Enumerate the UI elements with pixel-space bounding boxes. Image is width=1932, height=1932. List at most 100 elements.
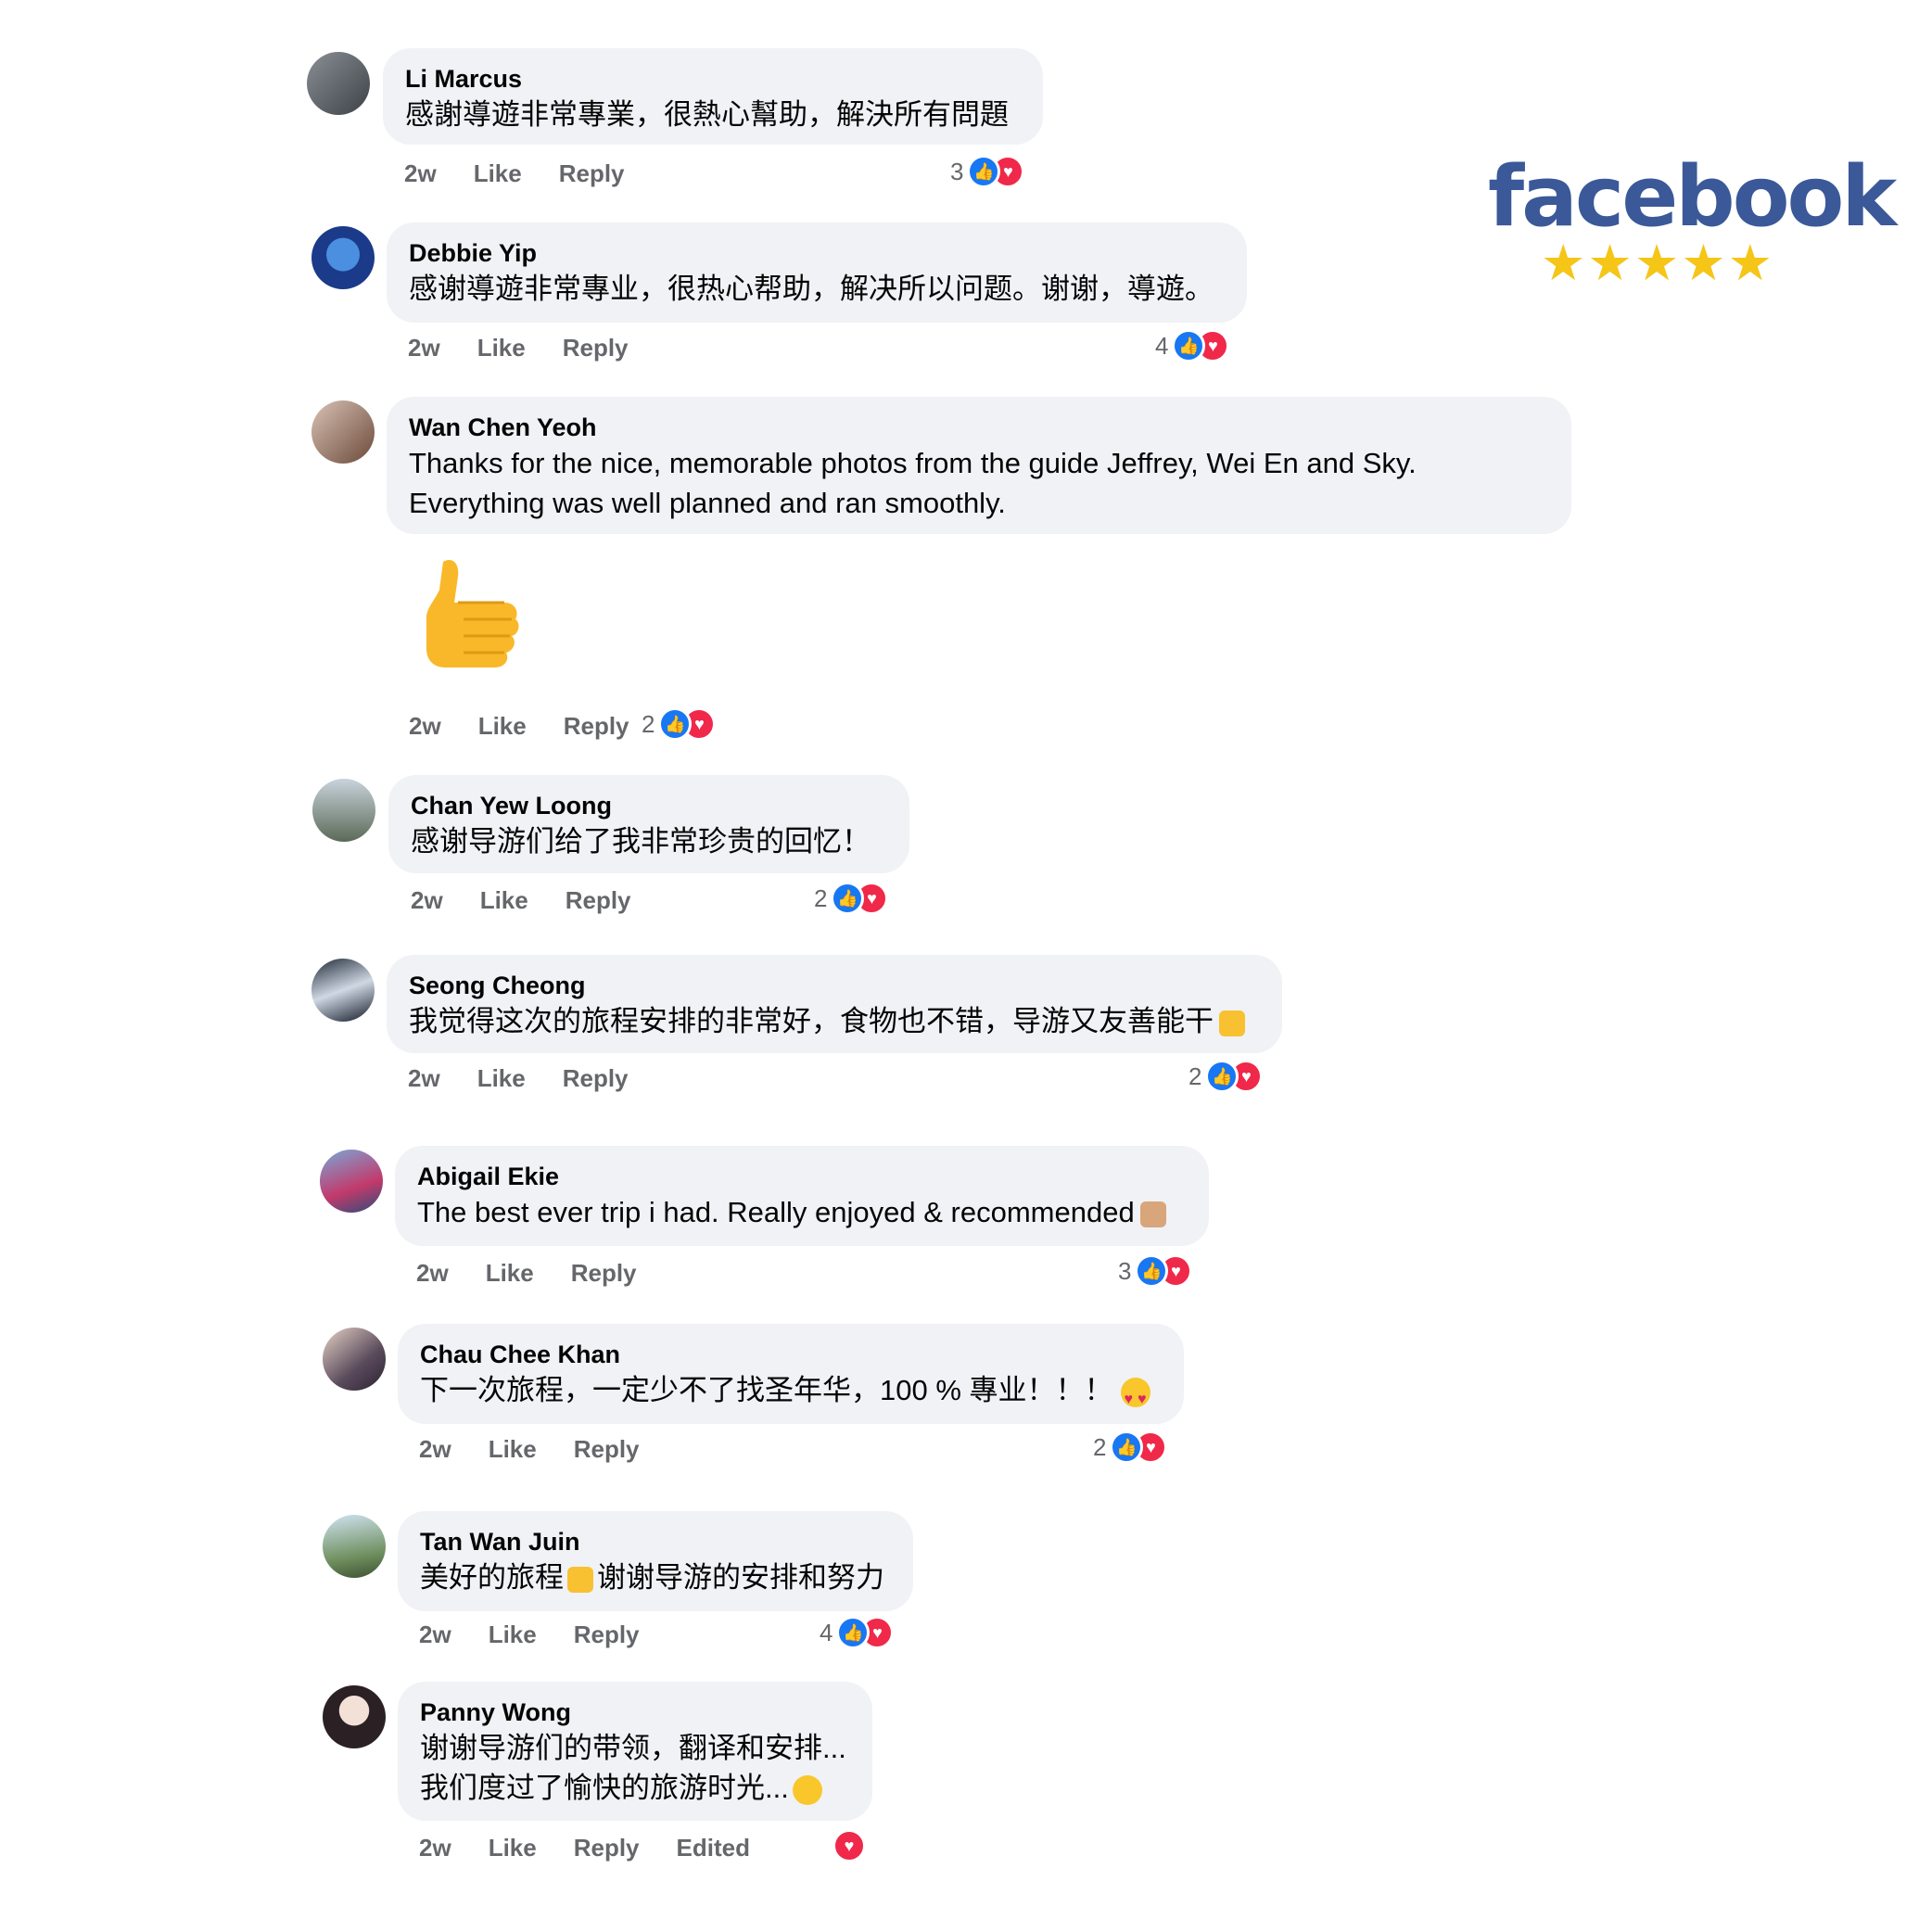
reply-button[interactable]: Reply (566, 886, 631, 915)
comment-actions: 2w Like Reply (409, 712, 667, 741)
reaction-count: 3 (1118, 1256, 1132, 1285)
timestamp[interactable]: 2w (419, 1621, 451, 1649)
comment-author[interactable]: Debbie Yip (409, 237, 1223, 269)
avatar[interactable] (311, 226, 375, 289)
reply-button[interactable]: Reply (574, 1621, 640, 1649)
reaction-count: 4 (1155, 331, 1169, 360)
reaction-count: 2 (1188, 1061, 1202, 1090)
comment-text: The best ever trip i had. Really enjoyed… (417, 1192, 1185, 1232)
reaction-summary[interactable]: 2 👍 ♥ (814, 881, 889, 916)
comment-bubble: Tan Wan Juin 美好的旅程 谢谢导游的安排和努力 (398, 1511, 913, 1611)
like-button[interactable]: Like (477, 1064, 526, 1093)
comment-text-line-2: Everything was well planned and ran smoo… (409, 487, 1006, 519)
reply-button[interactable]: Reply (564, 712, 629, 741)
timestamp[interactable]: 2w (416, 1259, 449, 1288)
comment-text: 下一次旅程，一定少不了找圣年华，100 % 專业！！！ (420, 1370, 1160, 1419)
reaction-summary[interactable]: 3 👍 ♥ (950, 154, 1025, 189)
like-button[interactable]: Like (486, 1259, 534, 1288)
comment-text-body: 我们度过了愉快的旅游时光... (420, 1772, 789, 1804)
comment-bubble: Debbie Yip 感谢導遊非常專业，很热心帮助，解决所以问题。谢谢，導遊。 (387, 222, 1247, 323)
facebook-logo: facebook (1488, 148, 1897, 246)
comment-text-line-1: Thanks for the nice, memorable photos fr… (409, 447, 1417, 479)
comment-author[interactable]: Panny Wong (420, 1697, 848, 1728)
comment-bubble: Abigail Ekie The best ever trip i had. R… (395, 1146, 1209, 1246)
timestamp[interactable]: 2w (419, 1435, 451, 1464)
comment-bubble: Chan Yew Loong 感谢导游们给了我非常珍贵的回忆！ (388, 775, 909, 873)
reaction-count: 2 (814, 883, 828, 912)
timestamp[interactable]: 2w (408, 334, 440, 362)
heart-eyes-emoji-icon (1120, 1377, 1150, 1419)
reaction-summary[interactable]: 2 👍 ♥ (642, 706, 717, 742)
comment-author[interactable]: Li Marcus (405, 63, 1019, 95)
comment-bubble: Chau Chee Khan 下一次旅程，一定少不了找圣年华，100 % 專业！… (398, 1324, 1184, 1424)
thumbs-up-emoji-icon (1219, 1010, 1245, 1036)
like-button[interactable]: Like (477, 334, 526, 362)
comment-text-part-2: 谢谢导游的安排和努力 (597, 1561, 884, 1594)
comment-author[interactable]: Chan Yew Loong (411, 790, 885, 821)
comment-author[interactable]: Chau Chee Khan (420, 1339, 1160, 1370)
comment-bubble: Li Marcus 感謝導遊非常專業，很熱心幫助，解決所有問題 (383, 48, 1043, 145)
reaction-summary[interactable]: 2 👍 ♥ (1093, 1430, 1168, 1465)
reply-button[interactable]: Reply (563, 1064, 629, 1093)
comment-author[interactable]: Wan Chen Yeoh (409, 412, 1547, 443)
reply-button[interactable]: Reply (563, 334, 629, 362)
reaction-summary[interactable]: 4 👍 ♥ (1155, 328, 1230, 363)
avatar[interactable] (320, 1150, 383, 1213)
comment-actions: 2w Like Reply (408, 1064, 666, 1093)
reaction-count: 2 (642, 709, 655, 738)
like-button[interactable]: Like (478, 712, 527, 741)
timestamp[interactable]: 2w (409, 712, 441, 741)
comment-actions: 2w Like Reply (419, 1621, 677, 1649)
five-star-rating: ★★★★★ (1541, 235, 1775, 291)
like-button[interactable]: Like (474, 159, 522, 188)
timestamp[interactable]: 2w (404, 159, 437, 188)
comment-bubble: Wan Chen Yeoh Thanks for the nice, memor… (387, 397, 1571, 534)
thumbs-up-emoji-icon (1139, 1201, 1166, 1227)
reply-button[interactable]: Reply (559, 159, 625, 188)
reaction-count: 4 (820, 1618, 833, 1646)
comment-actions: 2w Like Reply (411, 886, 668, 915)
comment-text: 感谢導遊非常專业，很热心帮助，解决所以问题。谢谢，導遊。 (409, 273, 1214, 305)
reaction-summary[interactable]: 3 👍 ♥ (1118, 1253, 1193, 1289)
comment-bubble: Seong Cheong 我觉得这次的旅程安排的非常好，食物也不错，导游又友善能… (387, 955, 1282, 1053)
timestamp[interactable]: 2w (408, 1064, 440, 1093)
timestamp[interactable]: 2w (419, 1834, 451, 1862)
comment-text-part-1: 美好的旅程 (420, 1561, 564, 1594)
love-reaction-icon: ♥ (833, 1829, 866, 1862)
comment-actions: 2w Like Reply (404, 159, 662, 188)
comment-text-body: The best ever trip i had. Really enjoyed… (417, 1196, 1135, 1228)
avatar[interactable] (323, 1328, 386, 1391)
thumbs-up-emoji-icon (567, 1566, 593, 1593)
comment-actions: 2w Like Reply (416, 1259, 674, 1288)
comment-text: 感谢导游们给了我非常珍贵的回忆！ (411, 825, 871, 858)
avatar[interactable] (323, 1515, 386, 1578)
edited-label: Edited (676, 1834, 750, 1862)
crying-face-emoji-icon (792, 1774, 822, 1805)
comment-text: 我觉得这次的旅程安排的非常好，食物也不错，导游又友善能干 (409, 1001, 1258, 1041)
avatar[interactable] (311, 959, 375, 1022)
reply-button[interactable]: Reply (574, 1834, 640, 1862)
comment-text-body: 下一次旅程，一定少不了找圣年华，100 % 專业！！！ (420, 1374, 1113, 1406)
like-button[interactable]: Like (489, 1621, 537, 1649)
comment-author[interactable]: Tan Wan Juin (420, 1526, 889, 1557)
comment-actions: 2w Like Reply Edited (419, 1834, 787, 1862)
comment-author[interactable]: Seong Cheong (409, 970, 1258, 1001)
like-button[interactable]: Like (489, 1834, 537, 1862)
avatar[interactable] (307, 52, 370, 115)
comment-bubble: Panny Wong 谢谢导游们的带领，翻译和安排... 我们度过了愉快的旅游时… (398, 1682, 872, 1821)
reply-button[interactable]: Reply (574, 1435, 640, 1464)
reply-button[interactable]: Reply (571, 1259, 637, 1288)
comment-text: 感謝導遊非常專業，很熱心幫助，解決所有問題 (405, 98, 1009, 131)
comment-author[interactable]: Abigail Ekie (417, 1161, 1185, 1192)
reaction-summary[interactable]: 2 👍 ♥ (1188, 1059, 1264, 1094)
avatar[interactable] (311, 400, 375, 464)
reaction-count: 2 (1093, 1432, 1107, 1461)
avatar[interactable] (323, 1685, 386, 1748)
timestamp[interactable]: 2w (411, 886, 443, 915)
reaction-summary[interactable]: ♥ (833, 1828, 866, 1863)
reaction-summary[interactable]: 4 👍 ♥ (820, 1615, 895, 1650)
like-button[interactable]: Like (489, 1435, 537, 1464)
like-button[interactable]: Like (480, 886, 528, 915)
comment-actions: 2w Like Reply (408, 334, 666, 362)
avatar[interactable] (312, 779, 375, 842)
